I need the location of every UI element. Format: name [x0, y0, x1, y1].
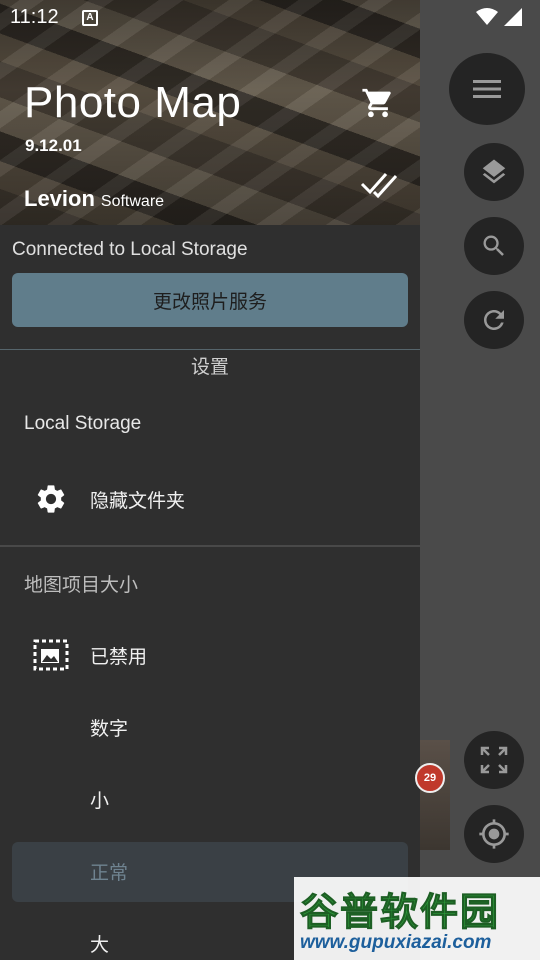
wifi-icon	[476, 8, 498, 25]
hide-folders-item[interactable]: 隐藏文件夹	[0, 468, 420, 530]
my-location-icon	[479, 819, 509, 849]
refresh-button[interactable]	[464, 291, 524, 349]
size-option-label: 正常	[90, 862, 129, 884]
size-option-label: 数字	[90, 718, 129, 740]
menu-icon	[473, 80, 501, 98]
photo-cluster-badge[interactable]: 29	[415, 763, 445, 793]
brand-sub: Software	[100, 193, 165, 210]
layers-icon	[482, 159, 506, 184]
fullscreen-icon	[480, 746, 508, 774]
search-button[interactable]	[464, 217, 524, 275]
status-bar: 11:12 A	[0, 0, 540, 36]
menu-button[interactable]	[449, 53, 525, 125]
double-check-icon[interactable]	[360, 170, 398, 199]
brand-logo: Levion Software	[24, 186, 164, 212]
signal-icon	[504, 8, 522, 26]
my-location-button[interactable]	[464, 805, 524, 863]
size-option-label: 小	[90, 790, 110, 812]
connection-status: Connected to Local Storage	[12, 239, 248, 260]
shopping-cart-icon[interactable]	[360, 86, 396, 120]
divider	[0, 545, 420, 547]
size-option-disabled[interactable]: 已禁用	[12, 626, 408, 686]
status-indicators	[476, 8, 522, 26]
brand-main: Levion	[24, 186, 95, 211]
map-item-size-section-title: 地图项目大小	[24, 574, 139, 596]
layers-button[interactable]	[464, 143, 524, 201]
change-photo-service-button[interactable]: 更改照片服务	[12, 273, 408, 327]
status-time: 11:12	[10, 6, 59, 28]
gear-icon	[34, 482, 68, 516]
local-storage-section-title: Local Storage	[24, 413, 142, 434]
fullscreen-button[interactable]	[464, 731, 524, 789]
size-option-label: 大	[90, 934, 110, 956]
size-option-label: 已禁用	[90, 646, 148, 668]
divider	[0, 349, 420, 350]
search-icon	[483, 235, 504, 256]
watermark: 谷普软件园 www.gupuxiazai.com	[294, 877, 540, 960]
hide-folders-label: 隐藏文件夹	[90, 490, 186, 512]
settings-heading: 设置	[190, 356, 229, 378]
size-option-number[interactable]: 数字	[12, 698, 408, 758]
navigation-drawer: Photo Map 9.12.01 Levion Software Connec…	[0, 0, 420, 960]
refresh-icon	[484, 310, 504, 330]
watermark-title: 谷普软件园	[299, 890, 501, 935]
size-option-small[interactable]: 小	[12, 770, 408, 830]
app-version: 9.12.01	[25, 136, 82, 155]
notification-icon: A	[82, 10, 98, 26]
image-disabled-icon	[32, 638, 70, 672]
app-title: Photo Map	[24, 78, 242, 127]
watermark-url: www.gupuxiazai.com	[300, 932, 492, 953]
